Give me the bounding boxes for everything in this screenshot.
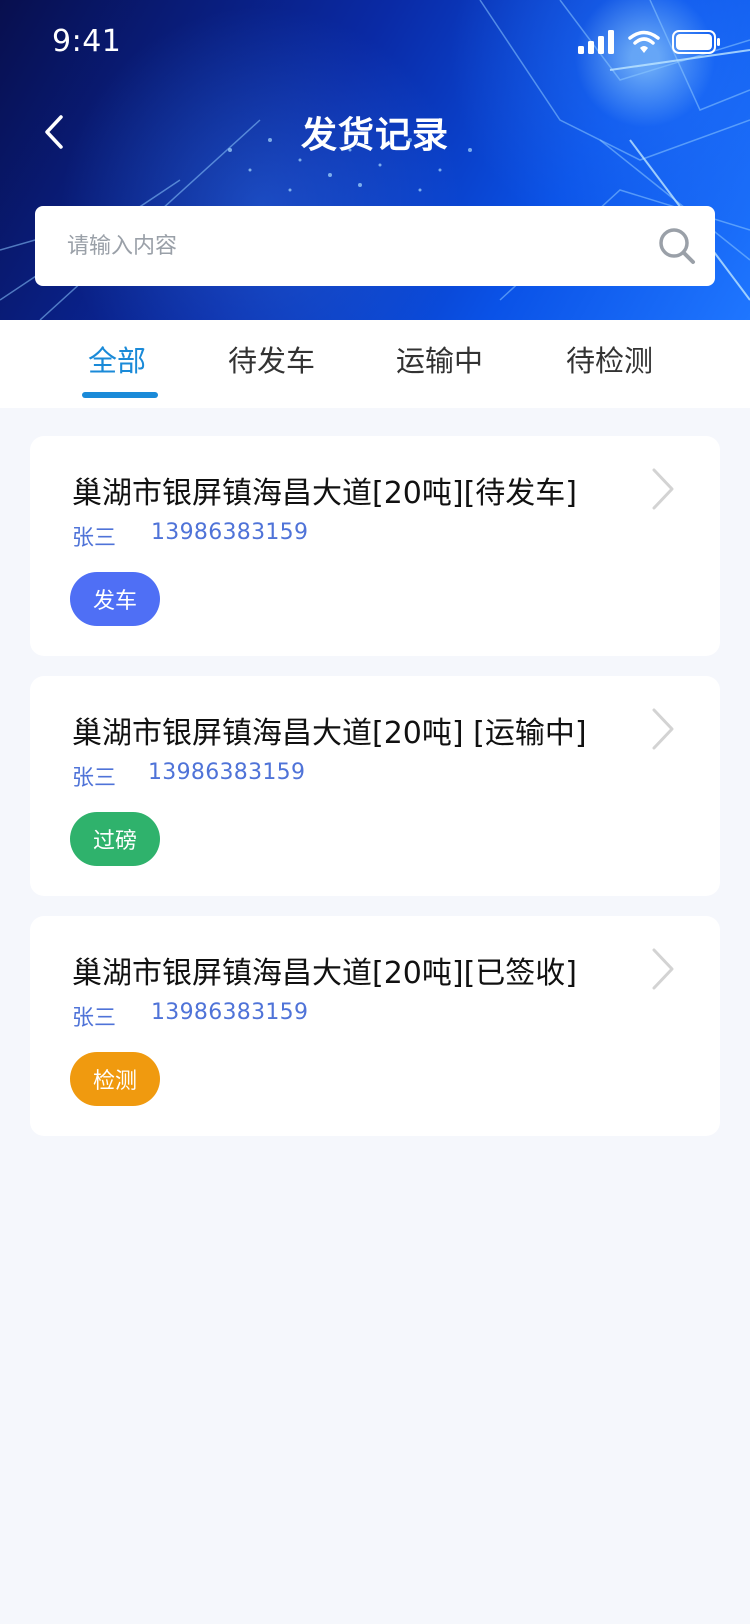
record-title: 巢湖市银屏镇海昌大道[20吨] [运输中] (72, 716, 587, 751)
record-card[interactable]: 巢湖市银屏镇海昌大道[20吨][已签收] 张三 13986383159 检测 (30, 916, 720, 1136)
contact-phone[interactable]: 13986383159 (148, 760, 305, 785)
chevron-right-icon[interactable] (644, 944, 680, 994)
record-card[interactable]: 巢湖市银屏镇海昌大道[20吨][待发车] 张三 13986383159 发车 (30, 436, 720, 656)
contact-name: 张三 (72, 766, 117, 791)
contact-phone[interactable]: 13986383159 (151, 520, 308, 545)
record-title: 巢湖市银屏镇海昌大道[20吨][已签收] (72, 956, 577, 991)
tab-all[interactable]: 全部 (88, 338, 146, 388)
record-card[interactable]: 巢湖市银屏镇海昌大道[20吨] [运输中] 张三 13986383159 过磅 (30, 676, 720, 896)
contact-name: 张三 (72, 526, 117, 551)
record-title: 巢湖市银屏镇海昌大道[20吨][待发车] (72, 476, 577, 511)
status-bar: 9:41 (0, 0, 750, 88)
tab-bar: 全部 待发车 运输中 待检测 (0, 320, 750, 408)
header: 9:41 发货记录 请输入内容 (0, 0, 750, 320)
signal-icon (578, 30, 614, 54)
search-icon[interactable] (657, 226, 697, 266)
page-title: 发货记录 (300, 115, 449, 156)
tab-in-transit[interactable]: 运输中 (396, 338, 483, 388)
status-time: 9:41 (52, 24, 122, 59)
depart-button[interactable]: 发车 (70, 572, 160, 626)
active-tab-indicator (82, 392, 158, 398)
contact-phone[interactable]: 13986383159 (151, 1000, 308, 1025)
chevron-right-icon[interactable] (644, 464, 680, 514)
battery-icon (672, 30, 720, 54)
inspect-button[interactable]: 检测 (70, 1052, 160, 1106)
search-bar (35, 206, 715, 286)
navigation-bar: 发货记录 (0, 96, 750, 168)
tab-pending-departure[interactable]: 待发车 (228, 338, 315, 388)
contact-name: 张三 (72, 1006, 117, 1031)
weigh-button[interactable]: 过磅 (70, 812, 160, 866)
chevron-right-icon[interactable] (644, 704, 680, 754)
tab-pending-inspection[interactable]: 待检测 (566, 338, 653, 388)
wifi-icon (628, 30, 660, 53)
page: 9:41 发货记录 请输入内容 全部 待发车 运输中 待检测 巢湖市银屏镇海昌大… (0, 0, 750, 1624)
search-input[interactable] (67, 206, 627, 286)
status-icons (578, 30, 720, 54)
